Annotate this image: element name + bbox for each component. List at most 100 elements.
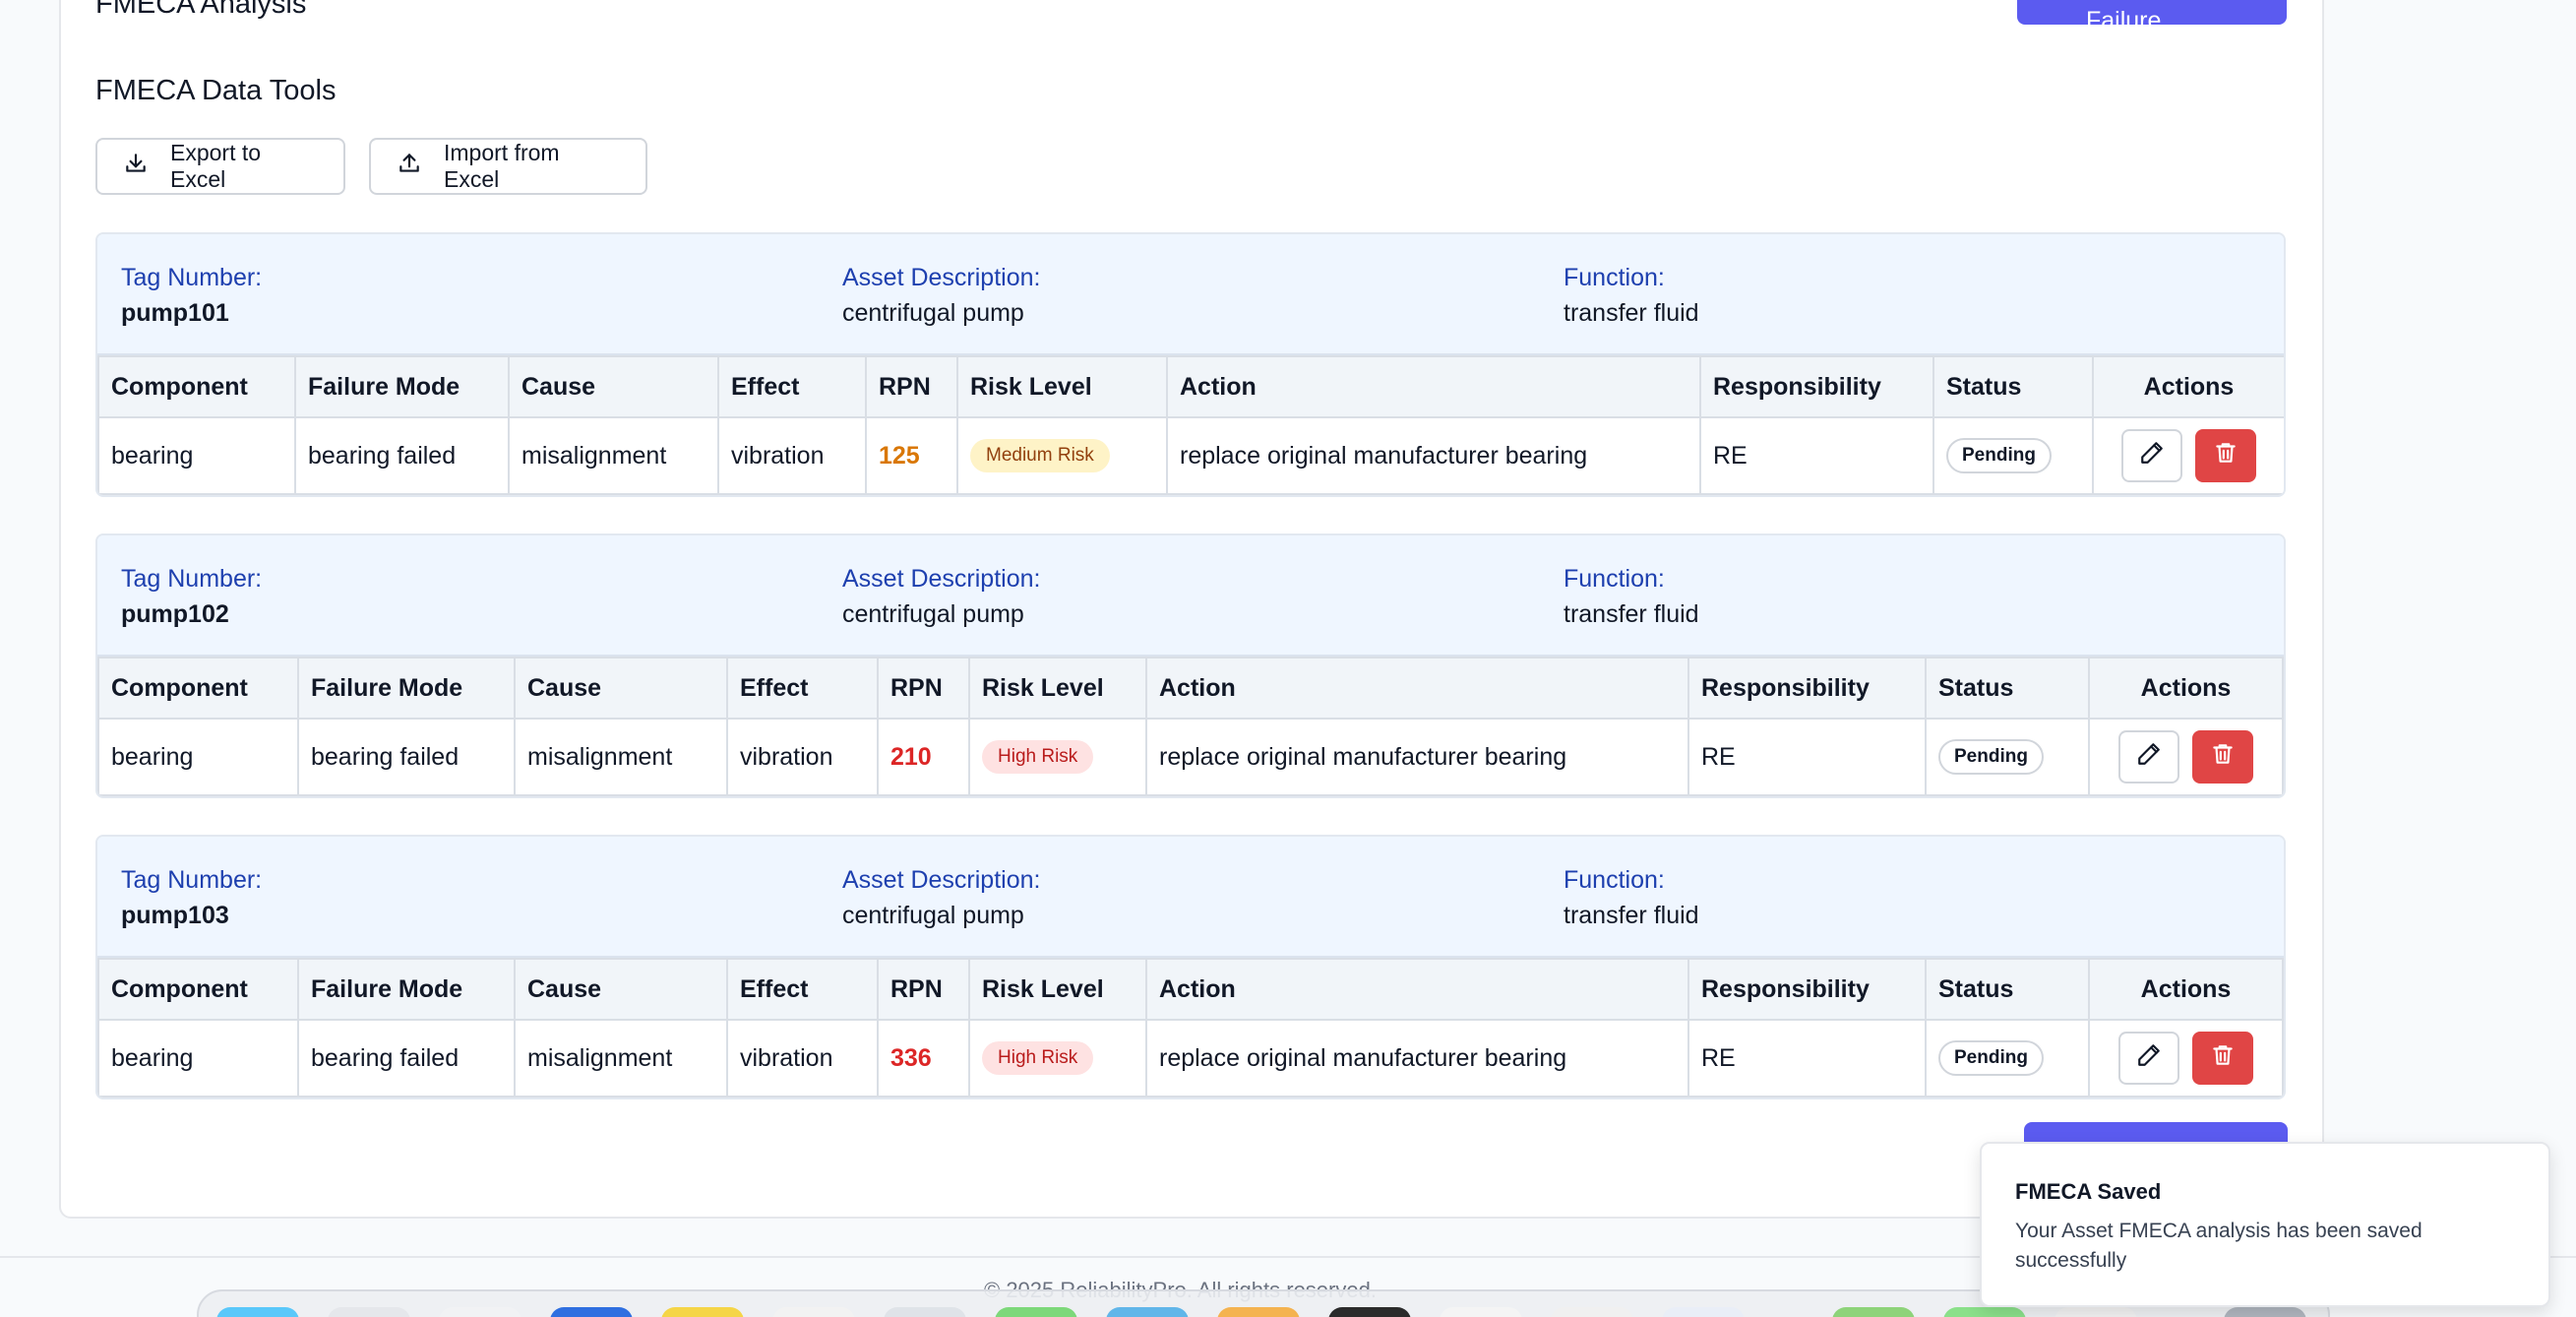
table-row: bearing bearing failed misalignment vibr…: [97, 1019, 2284, 1098]
delete-button[interactable]: [2192, 730, 2253, 784]
col-effect: Effect: [717, 355, 867, 418]
function-value: transfer fluid: [1564, 299, 1699, 327]
col-effect: Effect: [726, 657, 879, 720]
edit-button[interactable]: [2118, 1032, 2179, 1085]
pages-icon[interactable]: [1217, 1307, 1300, 1317]
tag-value: pump103: [121, 902, 229, 929]
description-value: centrifugal pump: [842, 299, 1024, 327]
cell-responsibility: RE: [1699, 416, 1934, 495]
table-header-row: Component Failure Mode Cause Effect RPN …: [97, 657, 2284, 720]
col-rpn: RPN: [865, 355, 958, 418]
trash-dock-icon[interactable]: [2224, 1307, 2306, 1317]
textedit-icon[interactable]: [1551, 1307, 1633, 1317]
cell-failure-mode: bearing failed: [297, 718, 516, 796]
cell-risk-level: High Risk: [968, 1019, 1147, 1098]
col-component: Component: [97, 657, 299, 720]
cell-component: bearing: [97, 718, 299, 796]
col-component: Component: [97, 958, 299, 1021]
chrome-icon[interactable]: [772, 1307, 855, 1317]
table-header-row: Component Failure Mode Cause Effect RPN …: [97, 355, 2284, 418]
settings-icon[interactable]: [1662, 1307, 1745, 1317]
function-value: transfer fluid: [1564, 600, 1699, 628]
export-excel-button[interactable]: Export to Excel: [95, 138, 345, 195]
tag-value: pump102: [121, 600, 229, 628]
status-badge: Pending: [1938, 1040, 2044, 1076]
edit-button[interactable]: [2121, 429, 2182, 482]
trash-icon: [2210, 1042, 2236, 1075]
asset-block: Tag Number: pump103 Asset Description: c…: [95, 835, 2286, 1099]
col-actions: Actions: [2088, 958, 2284, 1021]
col-actions: Actions: [2088, 657, 2284, 720]
cell-actions: [2092, 416, 2284, 495]
safari-icon[interactable]: [439, 1307, 521, 1317]
description-value: centrifugal pump: [842, 600, 1024, 628]
mail-icon[interactable]: [550, 1307, 633, 1317]
tools-title: FMECA Data Tools: [95, 75, 337, 106]
description-value: centrifugal pump: [842, 902, 1024, 929]
col-failure-mode: Failure Mode: [294, 355, 510, 418]
pencil-icon: [2136, 1042, 2162, 1075]
preview-icon[interactable]: [2055, 1307, 2137, 1317]
cell-rpn: 210: [877, 718, 970, 796]
status-badge: Pending: [1946, 438, 2052, 473]
col-failure-mode: Failure Mode: [297, 958, 516, 1021]
cell-effect: vibration: [726, 718, 879, 796]
col-cause: Cause: [514, 958, 728, 1021]
risk-badge: High Risk: [982, 1041, 1094, 1075]
col-failure-mode: Failure Mode: [297, 657, 516, 720]
tag-label: Tag Number:: [121, 565, 263, 593]
toast-message: Your Asset FMECA analysis has been saved…: [2015, 1220, 2423, 1272]
cell-actions: [2088, 718, 2284, 796]
messages-icon[interactable]: [995, 1307, 1077, 1317]
col-responsibility: Responsibility: [1699, 355, 1934, 418]
status-badge: Pending: [1938, 739, 2044, 775]
toast-notification[interactable]: FMECA Saved Your Asset FMECA analysis ha…: [1980, 1142, 2550, 1307]
asset-block: Tag Number: pump101 Asset Description: c…: [95, 232, 2286, 497]
numbers-icon[interactable]: [1832, 1307, 1915, 1317]
import-label: Import from Excel: [444, 140, 560, 192]
function-label: Function:: [1564, 264, 1665, 291]
cell-component: bearing: [97, 416, 296, 495]
cell-cause: misalignment: [508, 416, 719, 495]
description-label: Asset Description:: [842, 565, 1041, 593]
cell-cause: misalignment: [514, 718, 728, 796]
failure-mode-table: Component Failure Mode Cause Effect RPN …: [97, 657, 2284, 796]
launchpad-icon[interactable]: [328, 1307, 410, 1317]
function-label: Function:: [1564, 565, 1665, 593]
appstore-icon[interactable]: [1106, 1307, 1189, 1317]
cell-rpn: 336: [877, 1019, 970, 1098]
asset-header: Tag Number: pump103 Asset Description: c…: [97, 837, 2284, 958]
col-rpn: RPN: [877, 958, 970, 1021]
col-effect: Effect: [726, 958, 879, 1021]
col-status: Status: [1925, 958, 2090, 1021]
finder-icon[interactable]: [216, 1307, 299, 1317]
photos-icon[interactable]: [884, 1307, 966, 1317]
delete-button[interactable]: [2192, 1032, 2253, 1085]
cell-effect: vibration: [717, 416, 867, 495]
import-excel-button[interactable]: Import from Excel: [369, 138, 647, 195]
tag-value: pump101: [121, 299, 229, 327]
cell-rpn: 125: [865, 416, 958, 495]
add-failure-mode-button[interactable]: + Add Failure Mode: [2017, 0, 2287, 63]
col-responsibility: Responsibility: [1687, 657, 1927, 720]
delete-button[interactable]: [2195, 429, 2256, 482]
cell-effect: vibration: [726, 1019, 879, 1098]
calendar-icon[interactable]: [1440, 1307, 1522, 1317]
trash-icon: [2213, 440, 2239, 472]
facetime-icon[interactable]: [1943, 1307, 2026, 1317]
col-action: Action: [1145, 657, 1689, 720]
col-cause: Cause: [514, 657, 728, 720]
terminal-icon[interactable]: [1328, 1307, 1411, 1317]
table-header-row: Component Failure Mode Cause Effect RPN …: [97, 958, 2284, 1021]
col-risk-level: Risk Level: [956, 355, 1168, 418]
pencil-icon: [2139, 440, 2165, 472]
export-label: Export to Excel: [170, 140, 262, 192]
cell-responsibility: RE: [1687, 718, 1927, 796]
cell-status: Pending: [1932, 416, 2094, 495]
edit-button[interactable]: [2118, 730, 2179, 784]
col-responsibility: Responsibility: [1687, 958, 1927, 1021]
cell-action: replace original manufacturer bearing: [1166, 416, 1701, 495]
notes-icon[interactable]: [661, 1307, 744, 1317]
col-risk-level: Risk Level: [968, 657, 1147, 720]
cell-status: Pending: [1925, 718, 2090, 796]
